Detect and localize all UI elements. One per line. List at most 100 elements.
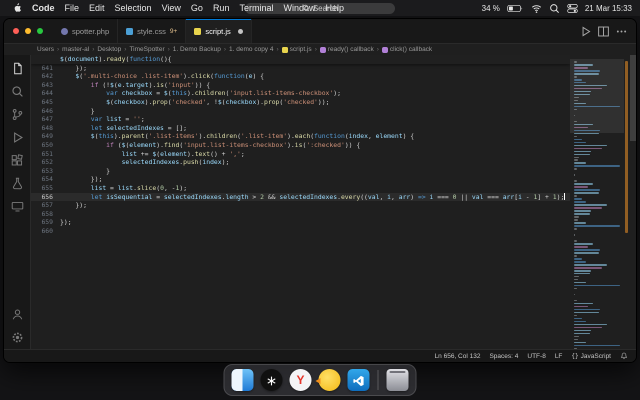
- code-editor[interactable]: $(document).ready(function(){ 641 }); 642…: [31, 55, 636, 349]
- indentation[interactable]: Spaces: 4: [489, 353, 518, 360]
- code-line: 655 list = list.slice(0, -1);: [31, 184, 570, 193]
- activity-remote[interactable]: [9, 198, 25, 214]
- status-bar: Ln 656, Col 132 Spaces: 4 UTF-8 LF {} JavaScr…: [4, 349, 636, 362]
- line-number: 644: [41, 89, 53, 98]
- menu-item-selection[interactable]: Selection: [110, 3, 157, 13]
- minimize-button[interactable]: [25, 28, 31, 34]
- line-number: 651: [41, 149, 53, 158]
- dock-chatgpt-icon[interactable]: [260, 369, 283, 391]
- split-editor-button[interactable]: [597, 25, 610, 38]
- spotlight-icon[interactable]: [549, 3, 560, 14]
- breadcrumb-item[interactable]: Desktop: [97, 46, 121, 53]
- dock-browser-icon[interactable]: Y: [289, 369, 312, 391]
- activity-testing[interactable]: [9, 175, 25, 191]
- editor-tabs: spotter.php style.css 9+ script.js: [53, 19, 252, 43]
- encoding[interactable]: UTF-8: [527, 353, 545, 360]
- chevron-right-icon: ›: [376, 46, 379, 53]
- minimap-line: [574, 257, 582, 260]
- minimap-line: [574, 159, 578, 162]
- activity-run-debug[interactable]: [9, 129, 25, 145]
- menu-item-run[interactable]: Run: [208, 3, 235, 13]
- dock-vscode-icon[interactable]: [347, 369, 370, 391]
- code-line: 644 var checkbox = $(this).children('inp…: [31, 89, 570, 98]
- menu-item-file[interactable]: File: [60, 3, 85, 13]
- extensions-icon: [11, 153, 24, 167]
- vertical-scrollbar[interactable]: [630, 55, 636, 349]
- wifi-icon[interactable]: [531, 3, 542, 14]
- minimap-slider[interactable]: [570, 59, 624, 133]
- activity-account[interactable]: [9, 306, 25, 322]
- tab-script.js[interactable]: script.js: [186, 19, 252, 43]
- breadcrumb-item[interactable]: 1. Demo Backup: [173, 46, 221, 53]
- chevron-right-icon: ›: [314, 46, 317, 53]
- breadcrumb-item[interactable]: click() callback: [381, 46, 432, 53]
- minimap-line: [574, 210, 592, 212]
- minimap-line: [574, 323, 608, 326]
- minimap-line: [574, 281, 586, 284]
- line-number: 646: [41, 106, 53, 115]
- minimap-line: [574, 293, 576, 296]
- language-mode-label: JavaScript: [580, 352, 611, 360]
- line-number: 647: [41, 115, 53, 124]
- breadcrumb-item[interactable]: master-al: [62, 46, 89, 53]
- dock-trash-icon[interactable]: [386, 369, 409, 391]
- title-tab-bar: spotter.php style.css 9+ script.js: [4, 19, 636, 44]
- breadcrumb-item[interactable]: Users: [37, 46, 54, 53]
- apple-icon: [13, 2, 22, 13]
- code-line: 653 }: [31, 167, 570, 176]
- activity-search[interactable]: [9, 83, 25, 99]
- line-number: 654: [41, 175, 53, 184]
- scrollbar-thumb[interactable]: [630, 55, 636, 141]
- vscode-window: spotter.php style.css 9+ script.js Users › ma…: [3, 18, 637, 363]
- code-line: 651 list += $(element).text() + ',';: [31, 150, 570, 159]
- zoom-button[interactable]: [37, 28, 43, 34]
- notifications[interactable]: [620, 352, 628, 360]
- cursor-position[interactable]: Ln 656, Col 132: [435, 353, 481, 360]
- activity-bar: [4, 55, 31, 349]
- minimap-line: [574, 338, 578, 341]
- dock-finder-icon[interactable]: [231, 369, 254, 391]
- trash-lid: [389, 371, 406, 373]
- activity-settings[interactable]: [9, 329, 25, 345]
- run-button[interactable]: [579, 25, 592, 38]
- minimap-line: [574, 246, 589, 248]
- apple-menu[interactable]: [8, 2, 27, 15]
- breadcrumb-item[interactable]: ready() callback: [319, 46, 374, 53]
- minimap-line: [574, 269, 592, 272]
- breadcrumb-item[interactable]: TimeSpotter: [129, 46, 164, 53]
- breadcrumb-label: TimeSpotter: [129, 46, 165, 53]
- activity-explorer[interactable]: [9, 60, 25, 76]
- minimap-line: [574, 344, 620, 347]
- control-center-icon[interactable]: [567, 3, 578, 14]
- language-mode[interactable]: {} JavaScript: [571, 353, 611, 360]
- code-line: 660: [31, 227, 570, 236]
- minimap-line: [574, 284, 620, 287]
- code-line: 643 if (!$(e.target).is('input')) {: [31, 81, 570, 90]
- line-text: });: [60, 201, 87, 210]
- eol-sequence[interactable]: LF: [555, 353, 563, 360]
- window-controls: [4, 19, 53, 43]
- menu-bar-search[interactable]: Search: [245, 2, 395, 14]
- line-text: var checkbox = $(this).children('input.l…: [106, 89, 341, 98]
- close-button[interactable]: [13, 28, 19, 34]
- menu-item-code[interactable]: Code: [27, 3, 60, 13]
- dock-cyberduck-icon[interactable]: [315, 369, 341, 391]
- minimap[interactable]: [570, 55, 624, 349]
- menu-item-edit[interactable]: Edit: [84, 3, 110, 13]
- activity-extensions[interactable]: [9, 152, 25, 168]
- line-number: 643: [41, 80, 53, 89]
- activity-source-control[interactable]: [9, 106, 25, 122]
- minimap-line: [574, 234, 576, 236]
- tab-label: spotter.php: [72, 26, 110, 36]
- line-number: 645: [41, 97, 53, 106]
- more-actions-button[interactable]: [615, 25, 628, 38]
- line-text: $(document).ready(function(){: [60, 55, 172, 63]
- breadcrumb-item[interactable]: script.js: [281, 46, 312, 53]
- tab-style.css[interactable]: style.css 9+: [118, 19, 187, 43]
- tab-spotter.php[interactable]: spotter.php: [53, 19, 119, 43]
- menu-item-go[interactable]: Go: [186, 3, 208, 13]
- battery-icon[interactable]: [507, 4, 524, 13]
- menu-bar-clock[interactable]: 21 Mar 15:33: [585, 4, 632, 13]
- breadcrumb-item[interactable]: 1. demo copy 4: [229, 46, 273, 53]
- menu-item-view[interactable]: View: [157, 3, 186, 13]
